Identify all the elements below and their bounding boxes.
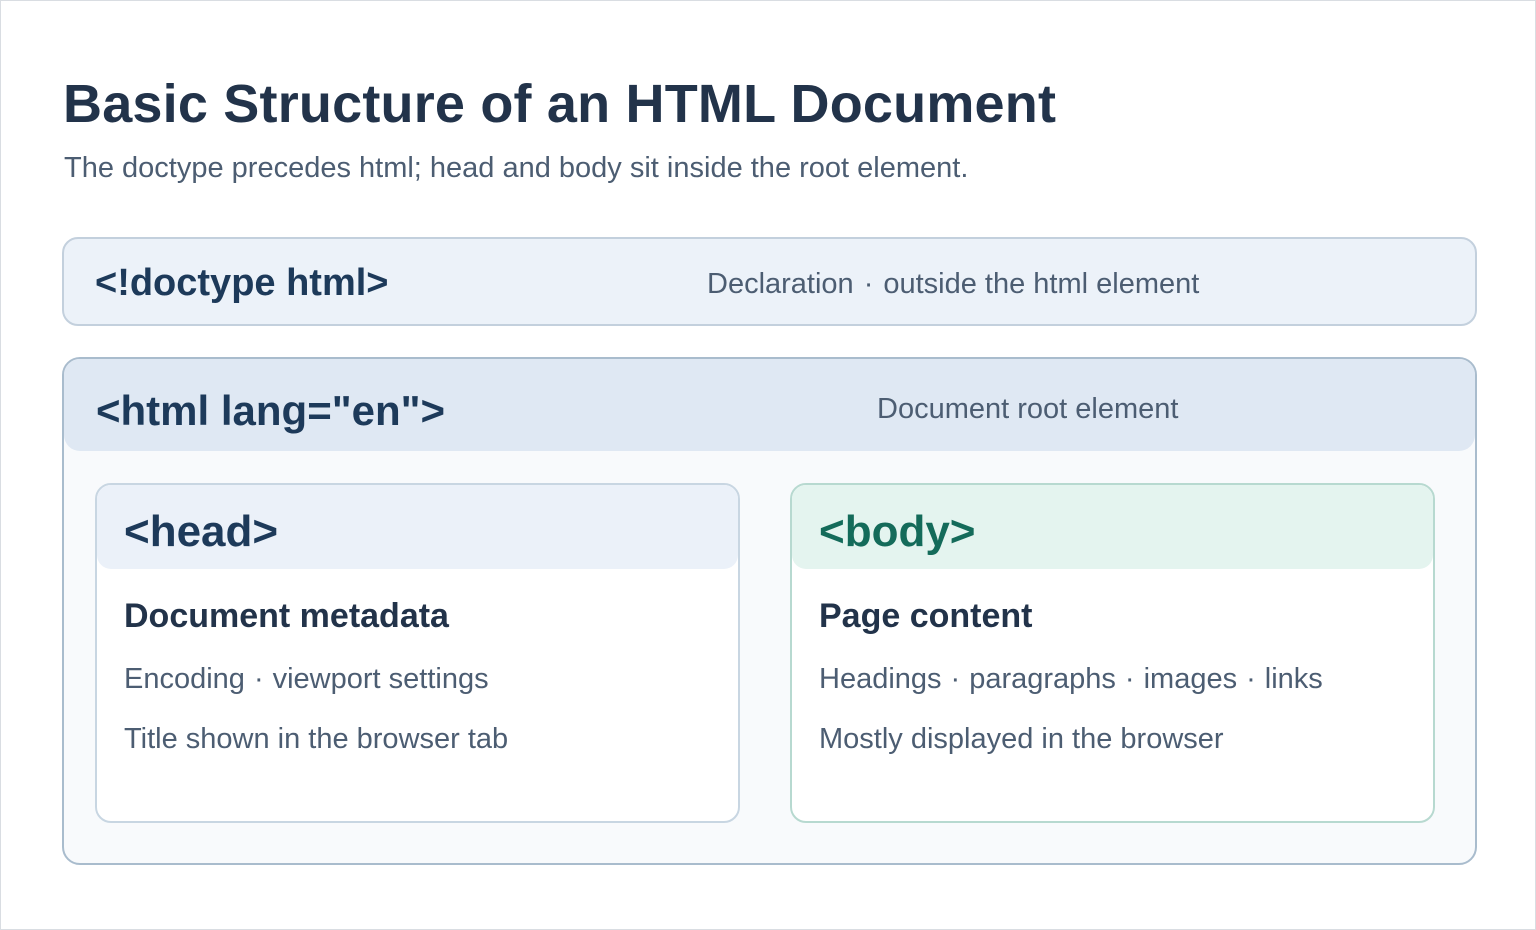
- doctype-note-outside: outside the html element: [883, 268, 1200, 300]
- head-item-viewport: viewport settings: [272, 663, 489, 695]
- separator-dot: ·: [1124, 663, 1135, 695]
- body-heading: Page content: [819, 597, 1033, 635]
- body-card-header: <body>: [792, 485, 1433, 569]
- doctype-note-declaration: Declaration: [707, 268, 854, 300]
- html-root-tag: <html lang="en">: [96, 387, 446, 434]
- html-root-note: Document root element: [877, 393, 1179, 425]
- html-root-box: <html lang="en"> Document root element <…: [62, 357, 1477, 865]
- head-line-1: Encoding · viewport settings: [124, 663, 489, 696]
- separator-dot: ·: [950, 663, 961, 695]
- body-line-1: Headings · paragraphs · images · links: [819, 663, 1323, 696]
- body-tag: <body>: [819, 507, 976, 556]
- head-tag: <head>: [124, 507, 279, 556]
- doctype-tag: <!doctype html>: [95, 262, 389, 304]
- head-line-2: Title shown in the browser tab: [124, 723, 509, 755]
- html-root-header: <html lang="en"> Document root element: [64, 359, 1475, 451]
- separator-dot: ·: [253, 663, 264, 695]
- body-card: <body> Page content Headings · paragraphs ·…: [790, 483, 1435, 823]
- head-card-header: <head>: [97, 485, 738, 569]
- body-item-links: links: [1264, 663, 1323, 695]
- diagram-canvas: Basic Structure of an HTML Document The …: [0, 0, 1536, 930]
- head-card: <head> Document metadata Encoding · viewpo…: [95, 483, 740, 823]
- head-item-encoding: Encoding: [124, 663, 245, 695]
- body-item-headings: Headings: [819, 663, 942, 695]
- page-subtitle: The doctype precedes html; head and body…: [64, 152, 969, 184]
- separator-dot: ·: [1246, 663, 1256, 695]
- body-item-paragraphs: paragraphs: [969, 663, 1116, 695]
- doctype-note: Declaration · outside the html element: [707, 268, 1199, 301]
- body-line-2: Mostly displayed in the browser: [819, 723, 1224, 755]
- head-heading: Document metadata: [124, 597, 449, 635]
- doctype-box: <!doctype html> Declaration · outside the …: [62, 237, 1477, 326]
- separator-dot: ·: [863, 268, 874, 300]
- body-item-images: images: [1143, 663, 1238, 695]
- page-title: Basic Structure of an HTML Document: [63, 74, 1057, 134]
